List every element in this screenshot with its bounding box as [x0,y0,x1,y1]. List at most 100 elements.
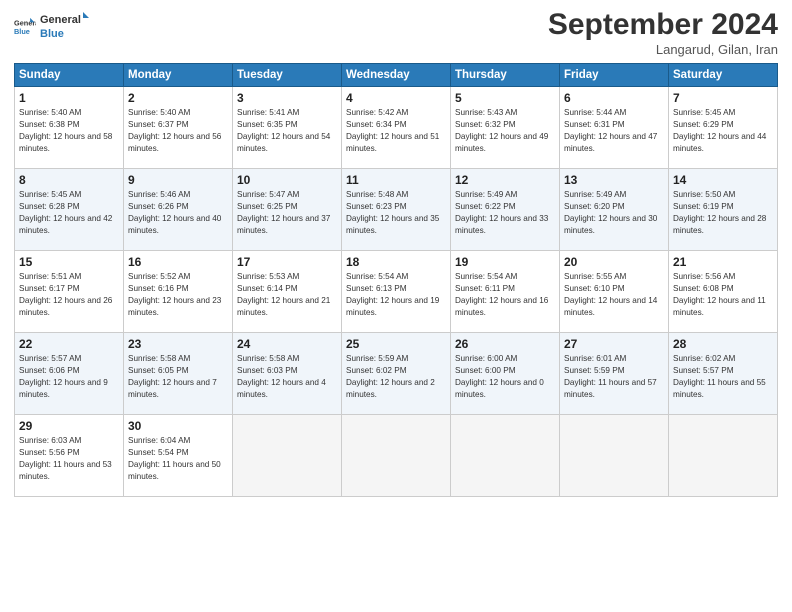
day-number: 17 [237,255,337,269]
calendar-container: General Blue General Blue September 2024… [0,0,792,507]
day-info: Sunrise: 5:49 AMSunset: 6:22 PMDaylight:… [455,189,555,237]
day-info: Sunrise: 6:00 AMSunset: 6:00 PMDaylight:… [455,353,555,401]
calendar-cell: 5 Sunrise: 5:43 AMSunset: 6:32 PMDaylight… [451,87,560,169]
calendar-week-row: 1 Sunrise: 5:40 AMSunset: 6:38 PMDaylight… [15,87,778,169]
day-number: 8 [19,173,119,187]
location: Langarud, Gilan, Iran [548,42,778,57]
day-info: Sunrise: 6:01 AMSunset: 5:59 PMDaylight:… [564,353,664,401]
calendar-cell: 19 Sunrise: 5:54 AMSunset: 6:11 PMDayligh… [451,251,560,333]
day-info: Sunrise: 5:43 AMSunset: 6:32 PMDaylight:… [455,107,555,155]
day-number: 13 [564,173,664,187]
day-number: 20 [564,255,664,269]
logo-wordmark: General Blue [40,10,90,42]
calendar-cell [669,415,778,497]
day-number: 12 [455,173,555,187]
calendar-cell: 18 Sunrise: 5:54 AMSunset: 6:13 PMDayligh… [342,251,451,333]
day-number: 9 [128,173,228,187]
day-number: 5 [455,91,555,105]
calendar-cell [342,415,451,497]
day-number: 6 [564,91,664,105]
day-number: 24 [237,337,337,351]
day-number: 15 [19,255,119,269]
calendar-cell: 7Sunrise: 5:45 AMSunset: 6:29 PMDaylight… [669,87,778,169]
calendar-cell: 6Sunrise: 5:44 AMSunset: 6:31 PMDaylight… [560,87,669,169]
calendar-cell: 30 Sunrise: 6:04 AMSunset: 5:54 PMDayligh… [124,415,233,497]
calendar-cell: 21Sunrise: 5:56 AMSunset: 6:08 PMDayligh… [669,251,778,333]
day-info: Sunrise: 5:45 AMSunset: 6:28 PMDaylight:… [19,189,119,237]
logo-icon: General Blue [14,15,36,37]
calendar-cell: 8 Sunrise: 5:45 AMSunset: 6:28 PMDaylight… [15,169,124,251]
calendar-cell: 24 Sunrise: 5:58 AMSunset: 6:03 PMDayligh… [233,333,342,415]
day-info: Sunrise: 5:48 AMSunset: 6:23 PMDaylight:… [346,189,446,237]
calendar-cell [560,415,669,497]
calendar-cell: 12 Sunrise: 5:49 AMSunset: 6:22 PMDayligh… [451,169,560,251]
day-info: Sunrise: 6:03 AMSunset: 5:56 PMDaylight:… [19,435,119,483]
day-number: 1 [19,91,119,105]
svg-text:General: General [40,14,81,26]
day-info: Sunrise: 6:04 AMSunset: 5:54 PMDaylight:… [128,435,228,483]
day-number: 7 [673,91,773,105]
calendar-cell [233,415,342,497]
calendar-week-row: 22 Sunrise: 5:57 AMSunset: 6:06 PMDayligh… [15,333,778,415]
calendar-week-row: 29 Sunrise: 6:03 AMSunset: 5:56 PMDayligh… [15,415,778,497]
day-number: 3 [237,91,337,105]
day-info: Sunrise: 6:02 AMSunset: 5:57 PMDaylight:… [673,353,773,401]
weekday-header-row: SundayMondayTuesdayWednesdayThursdayFrid… [15,64,778,87]
calendar-cell: 28Sunrise: 6:02 AMSunset: 5:57 PMDayligh… [669,333,778,415]
calendar-cell: 11Sunrise: 5:48 AMSunset: 6:23 PMDayligh… [342,169,451,251]
logo: General Blue General Blue [14,10,90,42]
day-number: 4 [346,91,446,105]
calendar-cell: 25Sunrise: 5:59 AMSunset: 6:02 PMDayligh… [342,333,451,415]
calendar-cell: 29 Sunrise: 6:03 AMSunset: 5:56 PMDayligh… [15,415,124,497]
day-info: Sunrise: 5:54 AMSunset: 6:11 PMDaylight:… [455,271,555,319]
calendar-cell: 3 Sunrise: 5:41 AMSunset: 6:35 PMDaylight… [233,87,342,169]
day-number: 22 [19,337,119,351]
calendar-cell: 17Sunrise: 5:53 AMSunset: 6:14 PMDayligh… [233,251,342,333]
day-info: Sunrise: 5:59 AMSunset: 6:02 PMDaylight:… [346,353,446,401]
day-info: Sunrise: 5:54 AMSunset: 6:13 PMDaylight:… [346,271,446,319]
day-info: Sunrise: 5:57 AMSunset: 6:06 PMDaylight:… [19,353,119,401]
day-number: 26 [455,337,555,351]
calendar-cell: 1 Sunrise: 5:40 AMSunset: 6:38 PMDaylight… [15,87,124,169]
calendar-cell: 13Sunrise: 5:49 AMSunset: 6:20 PMDayligh… [560,169,669,251]
title-block: September 2024 Langarud, Gilan, Iran [548,10,778,57]
day-number: 16 [128,255,228,269]
day-info: Sunrise: 5:40 AMSunset: 6:38 PMDaylight:… [19,107,119,155]
weekday-header: Monday [124,64,233,87]
day-number: 18 [346,255,446,269]
day-number: 30 [128,419,228,433]
day-number: 14 [673,173,773,187]
day-info: Sunrise: 5:42 AMSunset: 6:34 PMDaylight:… [346,107,446,155]
day-info: Sunrise: 5:46 AMSunset: 6:26 PMDaylight:… [128,189,228,237]
day-number: 19 [455,255,555,269]
weekday-header: Friday [560,64,669,87]
calendar-cell: 20Sunrise: 5:55 AMSunset: 6:10 PMDayligh… [560,251,669,333]
day-info: Sunrise: 5:40 AMSunset: 6:37 PMDaylight:… [128,107,228,155]
weekday-header: Thursday [451,64,560,87]
calendar-cell: 23Sunrise: 5:58 AMSunset: 6:05 PMDayligh… [124,333,233,415]
day-info: Sunrise: 5:50 AMSunset: 6:19 PMDaylight:… [673,189,773,237]
day-number: 27 [564,337,664,351]
calendar-cell: 10Sunrise: 5:47 AMSunset: 6:25 PMDayligh… [233,169,342,251]
weekday-header: Sunday [15,64,124,87]
day-info: Sunrise: 5:58 AMSunset: 6:03 PMDaylight:… [237,353,337,401]
calendar-cell: 2Sunrise: 5:40 AMSunset: 6:37 PMDaylight… [124,87,233,169]
calendar-cell: 26 Sunrise: 6:00 AMSunset: 6:00 PMDayligh… [451,333,560,415]
weekday-header: Tuesday [233,64,342,87]
logo-svg: General Blue [40,10,90,42]
calendar-week-row: 15Sunrise: 5:51 AMSunset: 6:17 PMDayligh… [15,251,778,333]
day-info: Sunrise: 5:56 AMSunset: 6:08 PMDaylight:… [673,271,773,319]
day-number: 29 [19,419,119,433]
calendar-cell: 9 Sunrise: 5:46 AMSunset: 6:26 PMDaylight… [124,169,233,251]
weekday-header: Saturday [669,64,778,87]
svg-text:General: General [14,18,36,27]
calendar-cell: 22 Sunrise: 5:57 AMSunset: 6:06 PMDayligh… [15,333,124,415]
day-info: Sunrise: 5:58 AMSunset: 6:05 PMDaylight:… [128,353,228,401]
svg-text:Blue: Blue [40,28,64,40]
calendar-week-row: 8 Sunrise: 5:45 AMSunset: 6:28 PMDaylight… [15,169,778,251]
header-row: General Blue General Blue September 2024… [14,10,778,57]
calendar-cell: 15Sunrise: 5:51 AMSunset: 6:17 PMDayligh… [15,251,124,333]
day-info: Sunrise: 5:41 AMSunset: 6:35 PMDaylight:… [237,107,337,155]
svg-text:Blue: Blue [14,27,30,36]
calendar-cell: 14 Sunrise: 5:50 AMSunset: 6:19 PMDayligh… [669,169,778,251]
